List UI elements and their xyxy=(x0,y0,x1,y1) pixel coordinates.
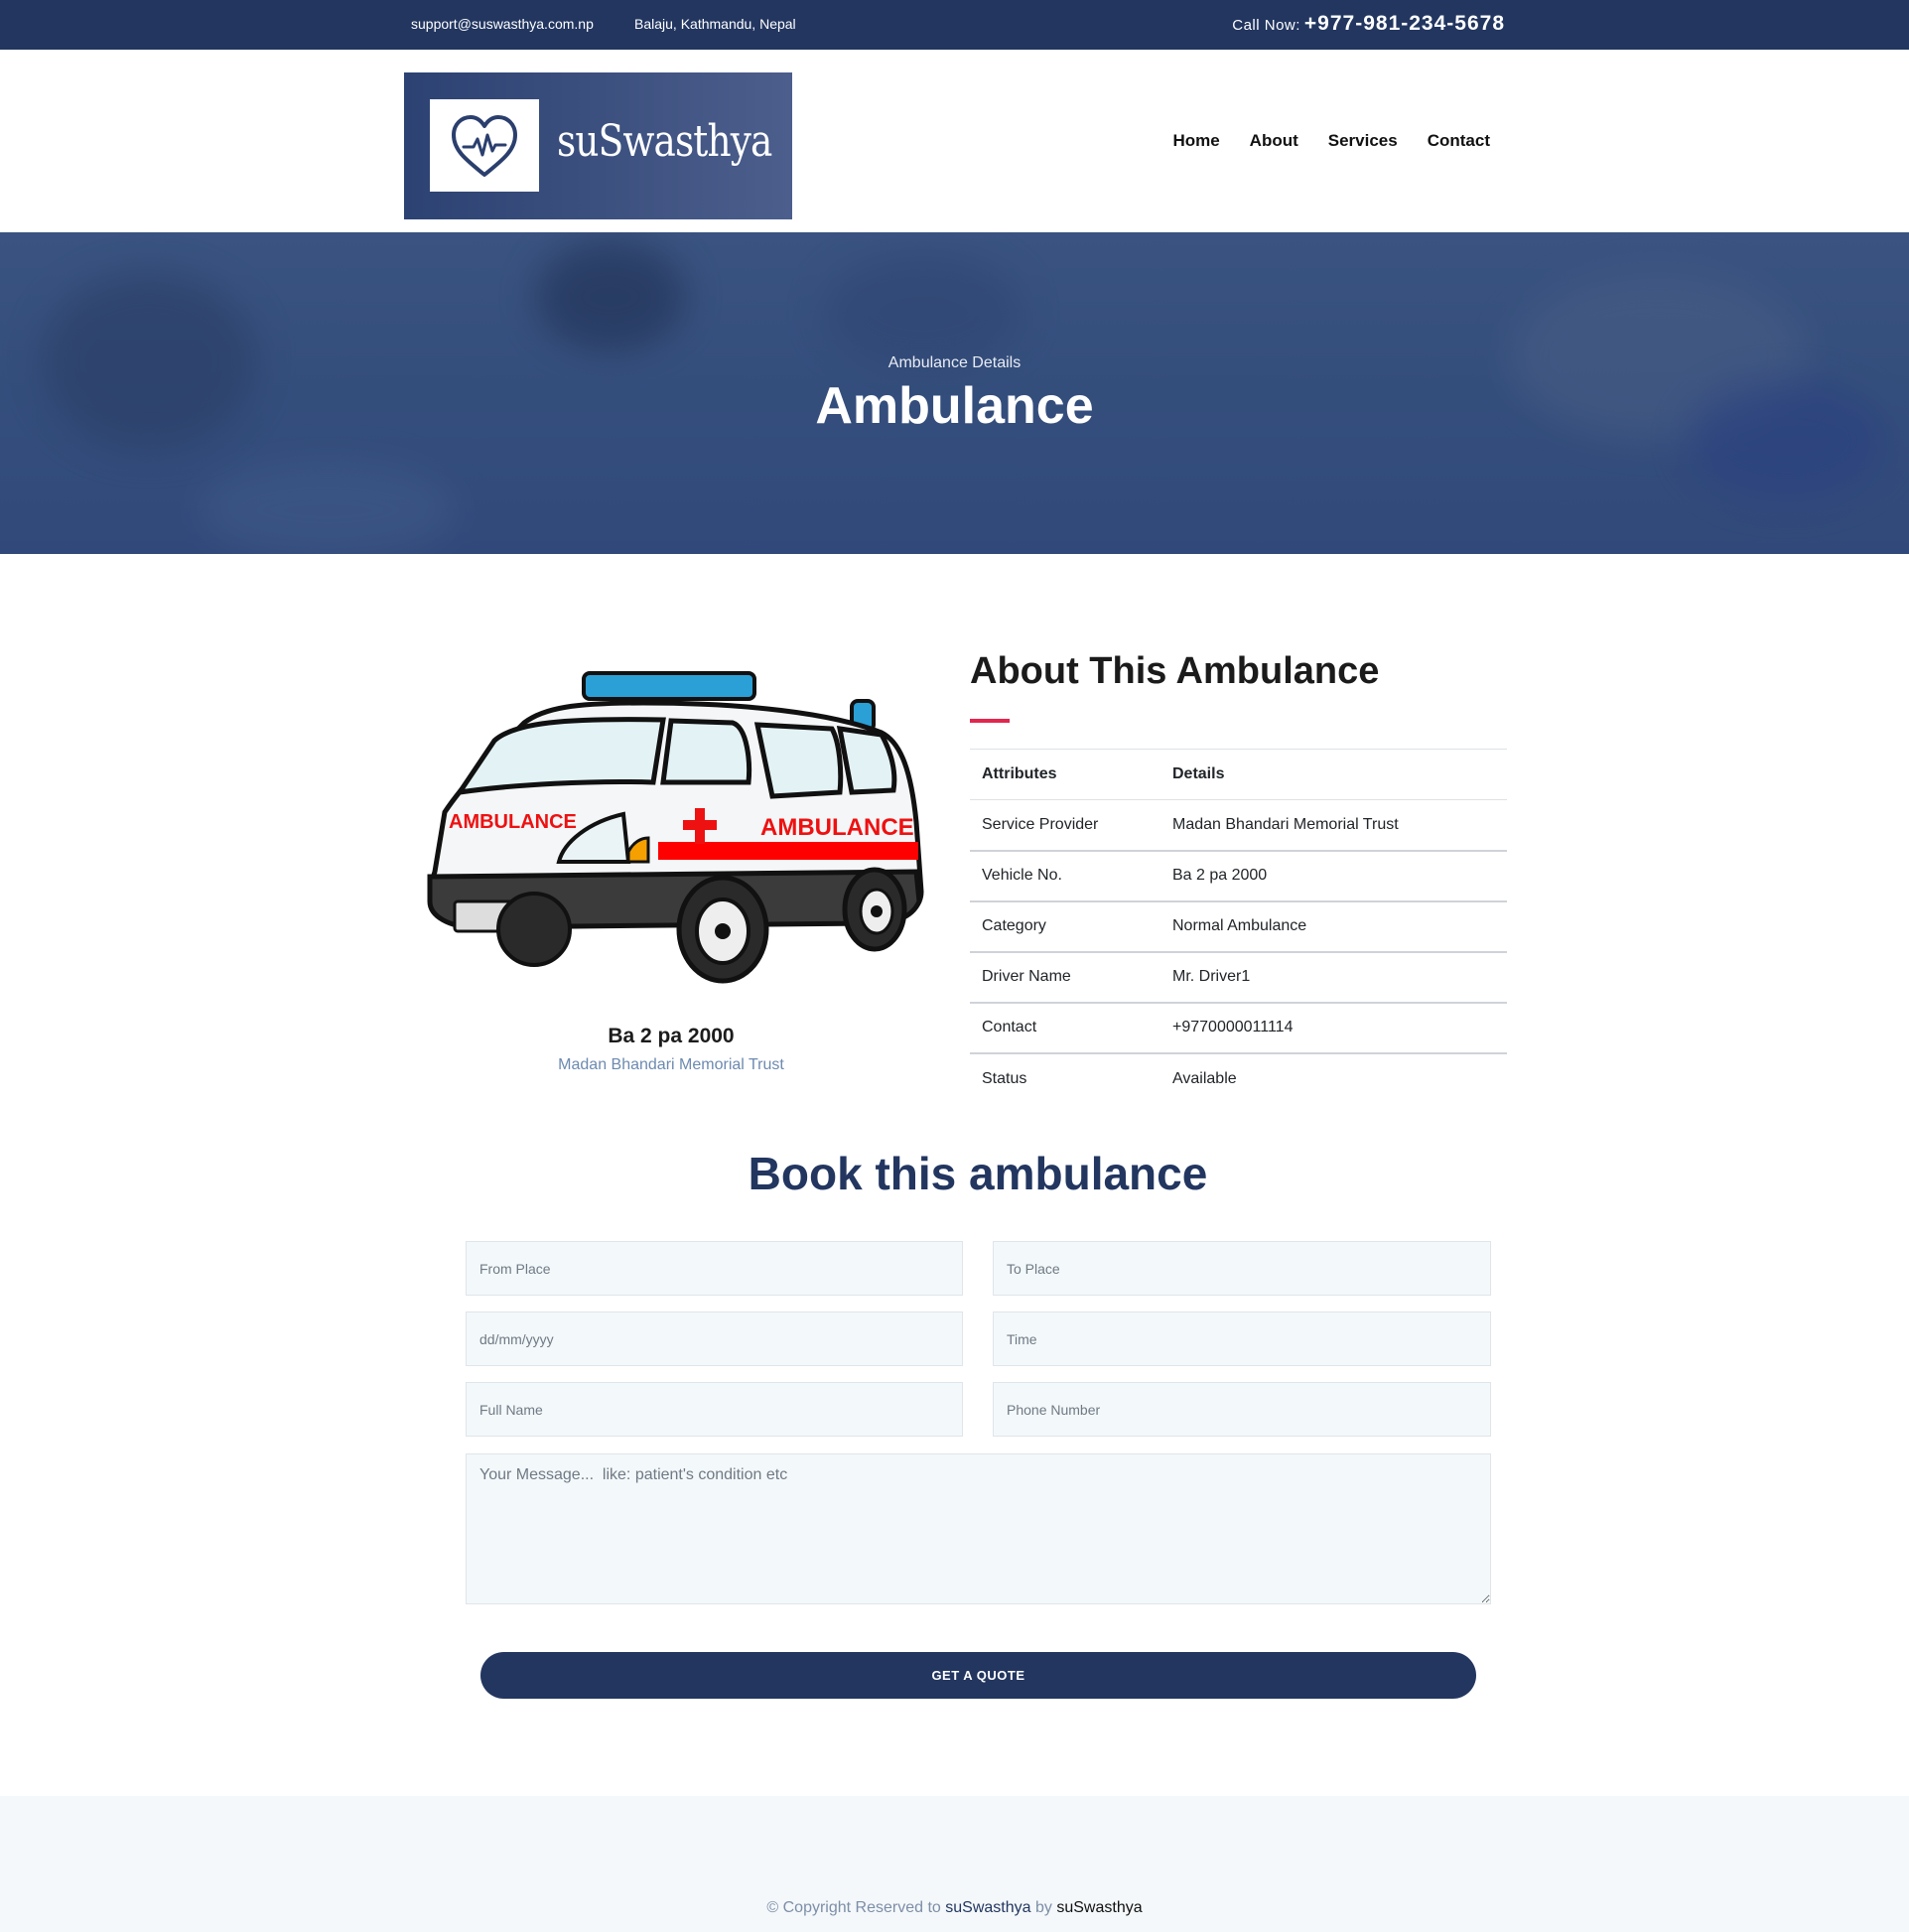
row-value: Ba 2 pa 2000 xyxy=(1172,867,1268,884)
call-now: Call Now: +977-981-234-5678 xyxy=(1232,12,1505,36)
attributes-table: Attributes Details Service Provider Mada… xyxy=(970,749,1507,1104)
ambulance-caption: Ba 2 pa 2000 Madan Bhandari Memorial Tru… xyxy=(415,1025,927,1074)
nav-contact[interactable]: Contact xyxy=(1428,131,1490,151)
row-value: Normal Ambulance xyxy=(1172,917,1307,934)
booking-title: Book this ambulance xyxy=(748,1148,1208,1199)
nav-services[interactable]: Services xyxy=(1328,131,1398,151)
table-row: Service Provider Madan Bhandari Memorial… xyxy=(970,799,1507,851)
phone-number[interactable]: +977-981-234-5678 xyxy=(1304,12,1505,35)
svg-text:AMBULANCE: AMBULANCE xyxy=(449,811,577,833)
copyright-author-link[interactable]: suSwasthya xyxy=(1056,1899,1142,1916)
site-footer: © Copyright Reserved to suSwasthya by su… xyxy=(0,1796,1909,1932)
full-name-input[interactable] xyxy=(466,1382,963,1437)
copyright-prefix: © Copyright Reserved to xyxy=(766,1899,941,1916)
page-title: Ambulance xyxy=(815,377,1094,435)
message-textarea[interactable] xyxy=(466,1453,1491,1604)
row-value: Mr. Driver1 xyxy=(1172,968,1251,985)
copyright-by: by xyxy=(1034,1899,1052,1916)
nav-home[interactable]: Home xyxy=(1172,131,1219,151)
table-row: Category Normal Ambulance xyxy=(970,900,1507,952)
row-attribute: Category xyxy=(982,917,1046,934)
brand-name: suSwasthya xyxy=(557,116,772,167)
vehicle-number: Ba 2 pa 2000 xyxy=(608,1025,735,1047)
row-attribute: Service Provider xyxy=(982,815,1099,833)
from-place-input[interactable] xyxy=(466,1241,963,1296)
logo[interactable]: suSwasthya xyxy=(404,72,792,219)
table-row: Vehicle No. Ba 2 pa 2000 xyxy=(970,850,1507,901)
support-email[interactable]: support@suswasthya.com.np xyxy=(411,16,594,32)
copyright-brand-link[interactable]: suSwasthya xyxy=(945,1899,1030,1916)
address: Balaju, Kathmandu, Nepal xyxy=(634,16,796,32)
table-header: Attributes Details xyxy=(970,749,1507,800)
time-input[interactable] xyxy=(993,1311,1491,1366)
row-attribute: Contact xyxy=(982,1019,1037,1035)
page-hero: Ambulance Details Ambulance xyxy=(0,232,1909,554)
title-underline xyxy=(970,719,1010,723)
row-attribute: Vehicle No. xyxy=(982,867,1062,884)
nav-about[interactable]: About xyxy=(1250,131,1298,151)
svg-text:AMBULANCE: AMBULANCE xyxy=(760,814,914,841)
row-attribute: Driver Name xyxy=(982,968,1071,985)
header-details: Details xyxy=(1172,765,1225,782)
table-row: Driver Name Mr. Driver1 xyxy=(970,951,1507,1003)
row-value: +9770000011114 xyxy=(1172,1019,1294,1035)
provider-name: Madan Bhandari Memorial Trust xyxy=(558,1056,784,1073)
call-label: Call Now: xyxy=(1232,17,1300,34)
get-quote-button[interactable]: GET A QUOTE xyxy=(480,1652,1476,1699)
header-attributes: Attributes xyxy=(982,765,1057,782)
ambulance-image: AMBULANCE AMBULANCE xyxy=(415,663,927,991)
to-place-input[interactable] xyxy=(993,1241,1491,1296)
row-value: Madan Bhandari Memorial Trust xyxy=(1172,815,1399,833)
copyright: © Copyright Reserved to suSwasthya by su… xyxy=(0,1899,1909,1917)
hero-subtitle: Ambulance Details xyxy=(887,354,1022,371)
top-bar: support@suswasthya.com.np Balaju, Kathma… xyxy=(0,0,1909,50)
site-header: suSwasthya Home About Services Contact xyxy=(0,50,1909,232)
table-row: Contact +9770000011114 xyxy=(970,1002,1507,1053)
about-title: About This Ambulance xyxy=(970,650,1380,692)
row-value: Available xyxy=(1172,1069,1237,1087)
date-input[interactable] xyxy=(466,1311,963,1366)
table-row: Status Available xyxy=(970,1052,1507,1104)
heart-pulse-icon xyxy=(430,99,539,192)
row-attribute: Status xyxy=(982,1069,1027,1087)
phone-number-input[interactable] xyxy=(993,1382,1491,1437)
main-nav: Home About Services Contact xyxy=(1172,131,1490,151)
